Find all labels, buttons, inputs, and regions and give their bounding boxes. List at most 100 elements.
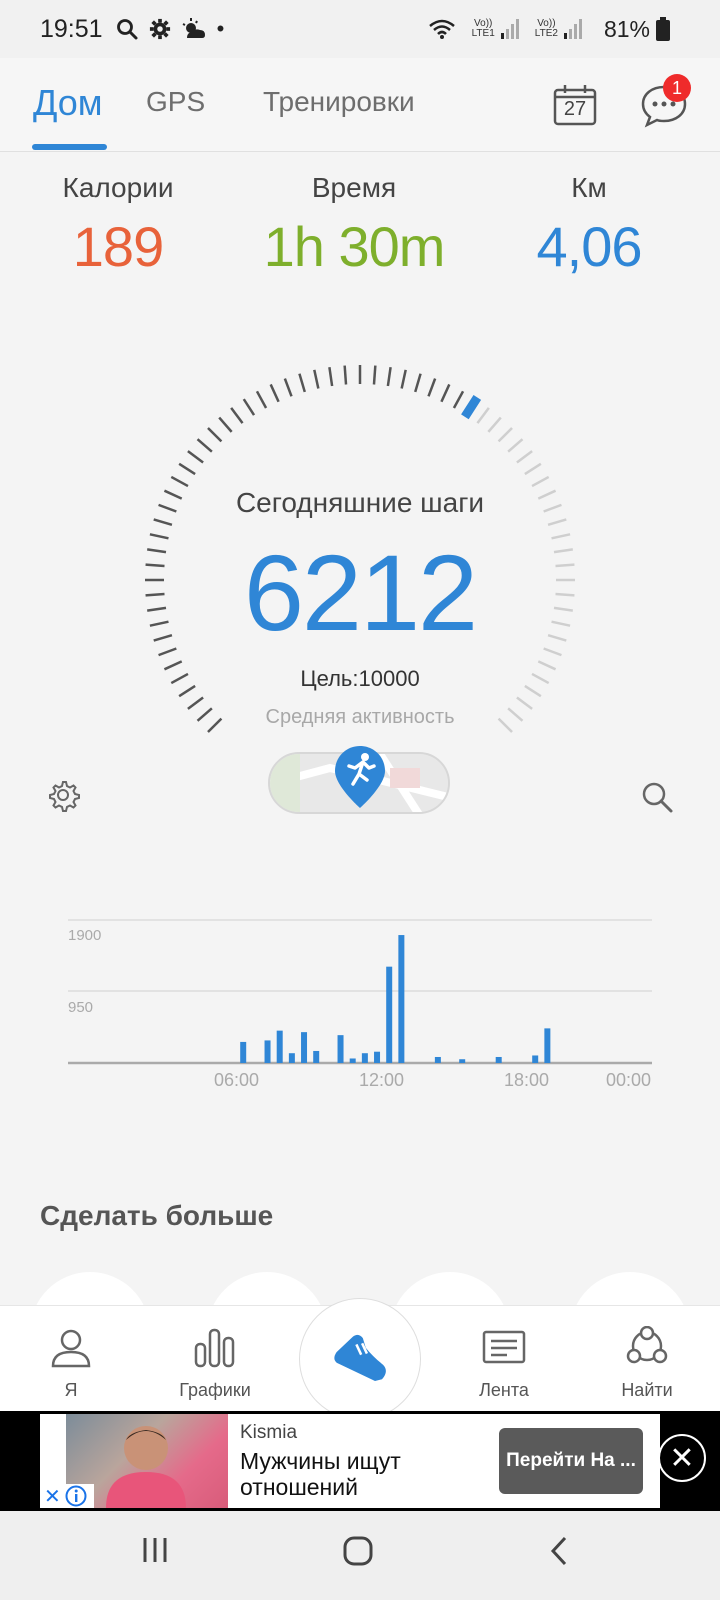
ad-cta-button[interactable]: Перейти На ... bbox=[499, 1428, 643, 1494]
calories-value: 189 bbox=[72, 215, 164, 278]
active-tab-indicator bbox=[32, 144, 107, 150]
gauge-tick bbox=[372, 365, 377, 385]
time-value: 1h 30m bbox=[263, 215, 446, 278]
chart-bar bbox=[288, 1053, 295, 1063]
community-icon bbox=[626, 1326, 668, 1364]
notification-dot: • bbox=[216, 16, 225, 41]
gauge-tick bbox=[328, 367, 334, 387]
tab-home[interactable]: Дом bbox=[33, 82, 103, 124]
gauge-tick bbox=[255, 390, 268, 409]
nav-find[interactable]: Найти bbox=[582, 1306, 712, 1412]
nav-charts[interactable]: Графики bbox=[150, 1306, 280, 1412]
system-navigation bbox=[0, 1511, 720, 1600]
wifi-icon bbox=[428, 18, 456, 40]
gauge-tick bbox=[487, 416, 502, 433]
gauge-tick bbox=[440, 383, 451, 403]
gauge-tick bbox=[452, 390, 465, 409]
chart-bar bbox=[386, 966, 393, 1063]
gauge-tick bbox=[196, 438, 213, 453]
settings-icon bbox=[149, 18, 171, 40]
tab-gps[interactable]: GPS bbox=[146, 86, 205, 118]
running-pin-icon[interactable] bbox=[333, 744, 387, 810]
gauge-tick bbox=[400, 369, 407, 389]
chart-bar bbox=[398, 935, 405, 1063]
chart-bar bbox=[313, 1050, 320, 1063]
signal-icon bbox=[563, 19, 582, 39]
x-tick-label: 18:00 bbox=[504, 1070, 549, 1090]
distance-stat: Км 4,06 bbox=[489, 172, 689, 279]
home-icon[interactable] bbox=[342, 1535, 374, 1572]
nav-find-label: Найти bbox=[621, 1380, 673, 1400]
chart-bar bbox=[276, 1030, 283, 1063]
gauge-tick bbox=[343, 365, 348, 385]
status-time: 19:51 bbox=[40, 14, 103, 43]
chart-bar bbox=[240, 1041, 247, 1063]
time-stat: Время 1h 30m bbox=[254, 172, 454, 279]
calendar-day: 27 bbox=[563, 98, 587, 120]
gauge-tick bbox=[153, 518, 173, 526]
nav-me-label: Я bbox=[64, 1380, 78, 1400]
chart-bar bbox=[495, 1056, 502, 1063]
calendar-icon[interactable]: 27 bbox=[553, 84, 597, 126]
recent-apps-icon[interactable] bbox=[140, 1535, 170, 1570]
gauge-tick bbox=[547, 518, 567, 526]
gauge-tick bbox=[242, 398, 256, 416]
gauge-settings-icon[interactable] bbox=[46, 778, 80, 812]
center-steps-button[interactable] bbox=[299, 1298, 421, 1420]
steps-value: 6212 bbox=[243, 532, 478, 653]
nav-feed[interactable]: Лента bbox=[439, 1306, 569, 1412]
gauge-tick bbox=[524, 462, 542, 476]
ad-choices[interactable]: ✕ bbox=[44, 1484, 94, 1508]
gauge-tick bbox=[507, 438, 524, 453]
feed-icon bbox=[482, 1330, 526, 1364]
battery-percent: 81% bbox=[603, 15, 650, 42]
gauge-tick bbox=[298, 373, 306, 393]
calories-label: Калории bbox=[62, 172, 174, 203]
search-icon[interactable] bbox=[640, 780, 674, 814]
time-label: Время bbox=[311, 172, 397, 203]
sim2-indicator: Vo)) LTE2 bbox=[534, 18, 558, 39]
chart-bar bbox=[301, 1032, 308, 1063]
gauge-tick bbox=[414, 373, 422, 393]
gauge-tick bbox=[170, 475, 189, 488]
nav-me[interactable]: Я bbox=[6, 1306, 136, 1412]
info-icon[interactable] bbox=[65, 1485, 87, 1507]
gauge-tick bbox=[516, 450, 533, 464]
gauge-tick bbox=[283, 378, 293, 397]
sneaker-icon bbox=[333, 1334, 386, 1385]
activity-level: Средняя активность bbox=[265, 706, 455, 728]
gauge-tick bbox=[269, 383, 280, 403]
gauge-progress-marker bbox=[461, 395, 482, 420]
message-badge: 1 bbox=[663, 74, 691, 102]
x-tick-label: 00:00 bbox=[606, 1070, 651, 1090]
chart-bar bbox=[532, 1055, 539, 1063]
sim1-indicator: Vo)) LTE1 bbox=[471, 18, 495, 39]
nav-feed-label: Лента bbox=[479, 1380, 529, 1400]
gauge-tick bbox=[386, 367, 392, 387]
chart-bar bbox=[374, 1051, 381, 1063]
chart-bar bbox=[337, 1035, 344, 1063]
ad-close-small-icon[interactable]: ✕ bbox=[44, 1484, 61, 1509]
battery-icon bbox=[656, 17, 670, 41]
distance-label: Км bbox=[571, 172, 607, 203]
ad-brand: Kismia bbox=[240, 1422, 298, 1443]
chart-bar bbox=[544, 1028, 551, 1063]
y-tick-label: 1900 bbox=[68, 927, 101, 944]
nav-charts-label: Графики bbox=[179, 1380, 251, 1400]
steps-goal: Цель:10000 bbox=[300, 666, 420, 691]
top-navigation: Дом GPS Тренировки 27 1 bbox=[0, 58, 720, 152]
chart-bar bbox=[459, 1059, 466, 1063]
chart-bar bbox=[361, 1053, 368, 1063]
chart-bar bbox=[264, 1040, 271, 1063]
hourly-steps-chart: 1900 950 06:00 12:00 18:00 00:00 bbox=[68, 919, 652, 1090]
status-bar: 19:51 • Vo)) LTE1 Vo)) LTE2 81% bbox=[0, 0, 720, 58]
calories-stat: Калории 189 bbox=[18, 172, 218, 279]
ad-text: Мужчины ищут отношений bbox=[240, 1448, 401, 1500]
weather-icon bbox=[181, 18, 207, 40]
tab-workouts[interactable]: Тренировки bbox=[263, 86, 415, 118]
back-icon[interactable] bbox=[548, 1535, 570, 1572]
steps-title: Сегодняшние шаги bbox=[235, 487, 485, 518]
ad-close-button[interactable]: ✕ bbox=[658, 1434, 706, 1482]
chart-bar bbox=[349, 1058, 356, 1063]
distance-value: 4,06 bbox=[536, 215, 643, 278]
